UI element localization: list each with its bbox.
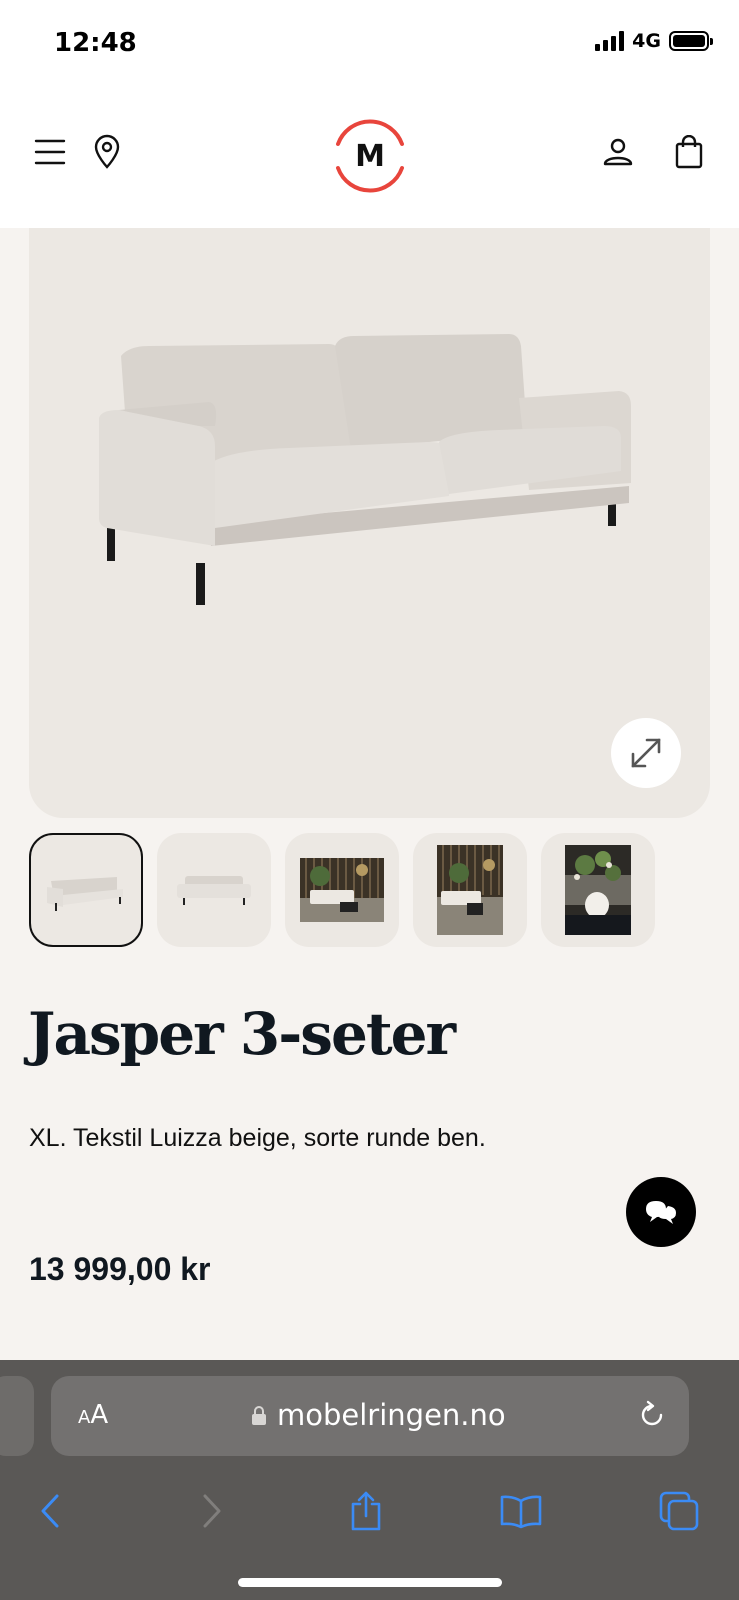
browser-toolbar [0, 1472, 739, 1552]
address-bar[interactable]: AA mobelringen.no [51, 1376, 689, 1456]
status-indicators: 4G [595, 30, 713, 52]
chat-bubbles-icon [646, 1201, 676, 1224]
living-room-thumbnail [300, 858, 384, 922]
thumbnail-2[interactable] [157, 833, 271, 947]
product-description: XL. Tekstil Luizza beige, sorte runde be… [29, 1124, 486, 1152]
location-pin-icon[interactable] [87, 132, 127, 172]
living-room-vertical-thumbnail [437, 845, 503, 935]
vase-thumbnail [565, 845, 631, 935]
sofa-front-thumbnail [177, 876, 251, 905]
reload-icon[interactable] [637, 1400, 667, 1435]
sofa-image [99, 334, 631, 605]
menu-icon[interactable] [30, 132, 70, 172]
network-label: 4G [632, 30, 661, 52]
product-price: 13 999,00 kr [29, 1251, 211, 1287]
url-text: mobelringen.no [277, 1398, 506, 1432]
share-icon[interactable] [341, 1486, 391, 1536]
status-time: 12:48 [54, 28, 137, 58]
product-image[interactable] [29, 228, 710, 818]
thumbnail-5[interactable] [541, 833, 655, 947]
lock-icon [252, 1406, 266, 1425]
forward-icon[interactable] [186, 1486, 236, 1536]
site-logo[interactable]: M [326, 112, 414, 200]
thumbnail-3[interactable] [285, 833, 399, 947]
user-icon[interactable] [598, 132, 638, 172]
chat-button[interactable] [626, 1177, 696, 1247]
previous-tab-peek[interactable] [0, 1376, 34, 1456]
back-icon[interactable] [26, 1486, 76, 1536]
thumbnail-strip [29, 833, 655, 947]
site-header: M [0, 90, 739, 228]
browser-chrome: AA mobelringen.no [0, 1360, 739, 1600]
product-title: Jasper 3-seter [28, 1000, 456, 1068]
shopping-bag-icon[interactable] [669, 132, 709, 172]
thumbnail-4[interactable] [413, 833, 527, 947]
battery-icon [669, 31, 713, 51]
bookmarks-icon[interactable] [496, 1486, 546, 1536]
home-indicator [238, 1578, 502, 1587]
sofa-thumbnail [47, 877, 123, 911]
expand-arrows-icon [631, 738, 661, 768]
status-bar: 12:48 4G [0, 0, 739, 90]
signal-icon [595, 31, 625, 51]
logo-letter: M [355, 138, 385, 174]
text-size-small: A [78, 1407, 91, 1428]
text-size-large: A [90, 1400, 109, 1430]
text-size-button[interactable]: AA [78, 1400, 108, 1430]
thumbnail-1[interactable] [29, 833, 143, 947]
url-display[interactable]: mobelringen.no [251, 1398, 506, 1432]
expand-image-button[interactable] [611, 718, 681, 788]
tabs-icon[interactable] [654, 1486, 704, 1536]
